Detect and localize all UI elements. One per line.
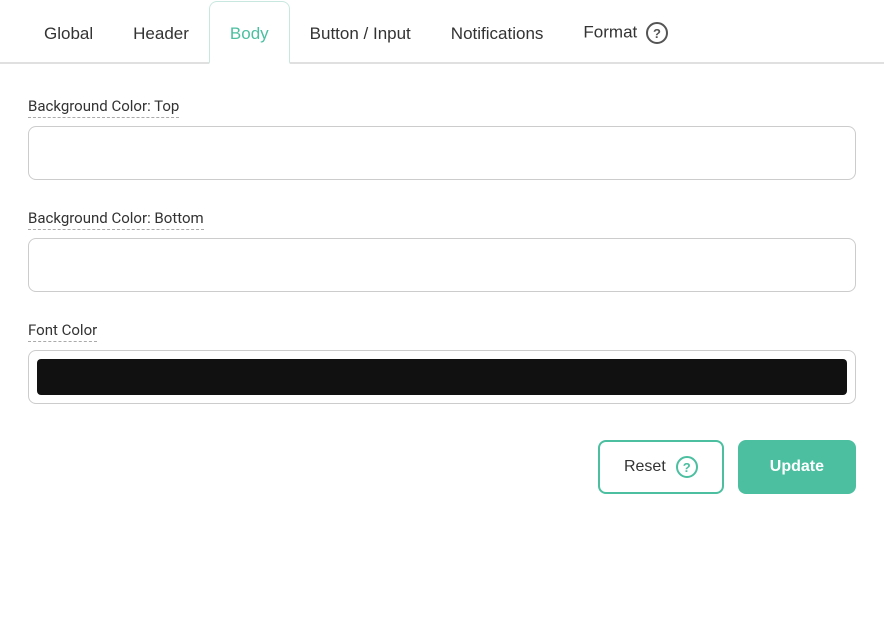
tab-notifications[interactable]: Notifications <box>431 2 564 62</box>
format-help-icon[interactable]: ? <box>646 22 668 44</box>
tab-global[interactable]: Global <box>24 2 113 62</box>
update-button[interactable]: Update <box>738 440 856 494</box>
bg-color-bottom-field: Background Color: Bottom <box>28 208 856 292</box>
bg-color-top-field: Background Color: Top <box>28 96 856 180</box>
bg-color-top-label: Background Color: Top <box>28 97 179 118</box>
reset-button[interactable]: Reset ? <box>598 440 724 494</box>
font-color-label: Font Color <box>28 321 97 342</box>
tab-format[interactable]: Format ? <box>563 0 688 62</box>
bg-color-top-swatch <box>37 135 847 171</box>
font-color-input[interactable] <box>28 350 856 404</box>
bg-color-top-input[interactable] <box>28 126 856 180</box>
tab-bar: Global Header Body Button / Input Notifi… <box>0 0 884 64</box>
body-tab-content: Background Color: Top Background Color: … <box>0 64 884 522</box>
font-color-field: Font Color <box>28 320 856 404</box>
action-buttons: Reset ? Update <box>28 432 856 494</box>
tab-body[interactable]: Body <box>209 1 290 64</box>
bg-color-bottom-swatch <box>37 247 847 283</box>
bg-color-bottom-input[interactable] <box>28 238 856 292</box>
bg-color-bottom-label: Background Color: Bottom <box>28 209 204 230</box>
tab-header[interactable]: Header <box>113 2 209 62</box>
reset-help-icon[interactable]: ? <box>676 456 698 478</box>
reset-label: Reset <box>624 458 666 476</box>
tab-button-input[interactable]: Button / Input <box>290 2 431 62</box>
font-color-swatch <box>37 359 847 395</box>
